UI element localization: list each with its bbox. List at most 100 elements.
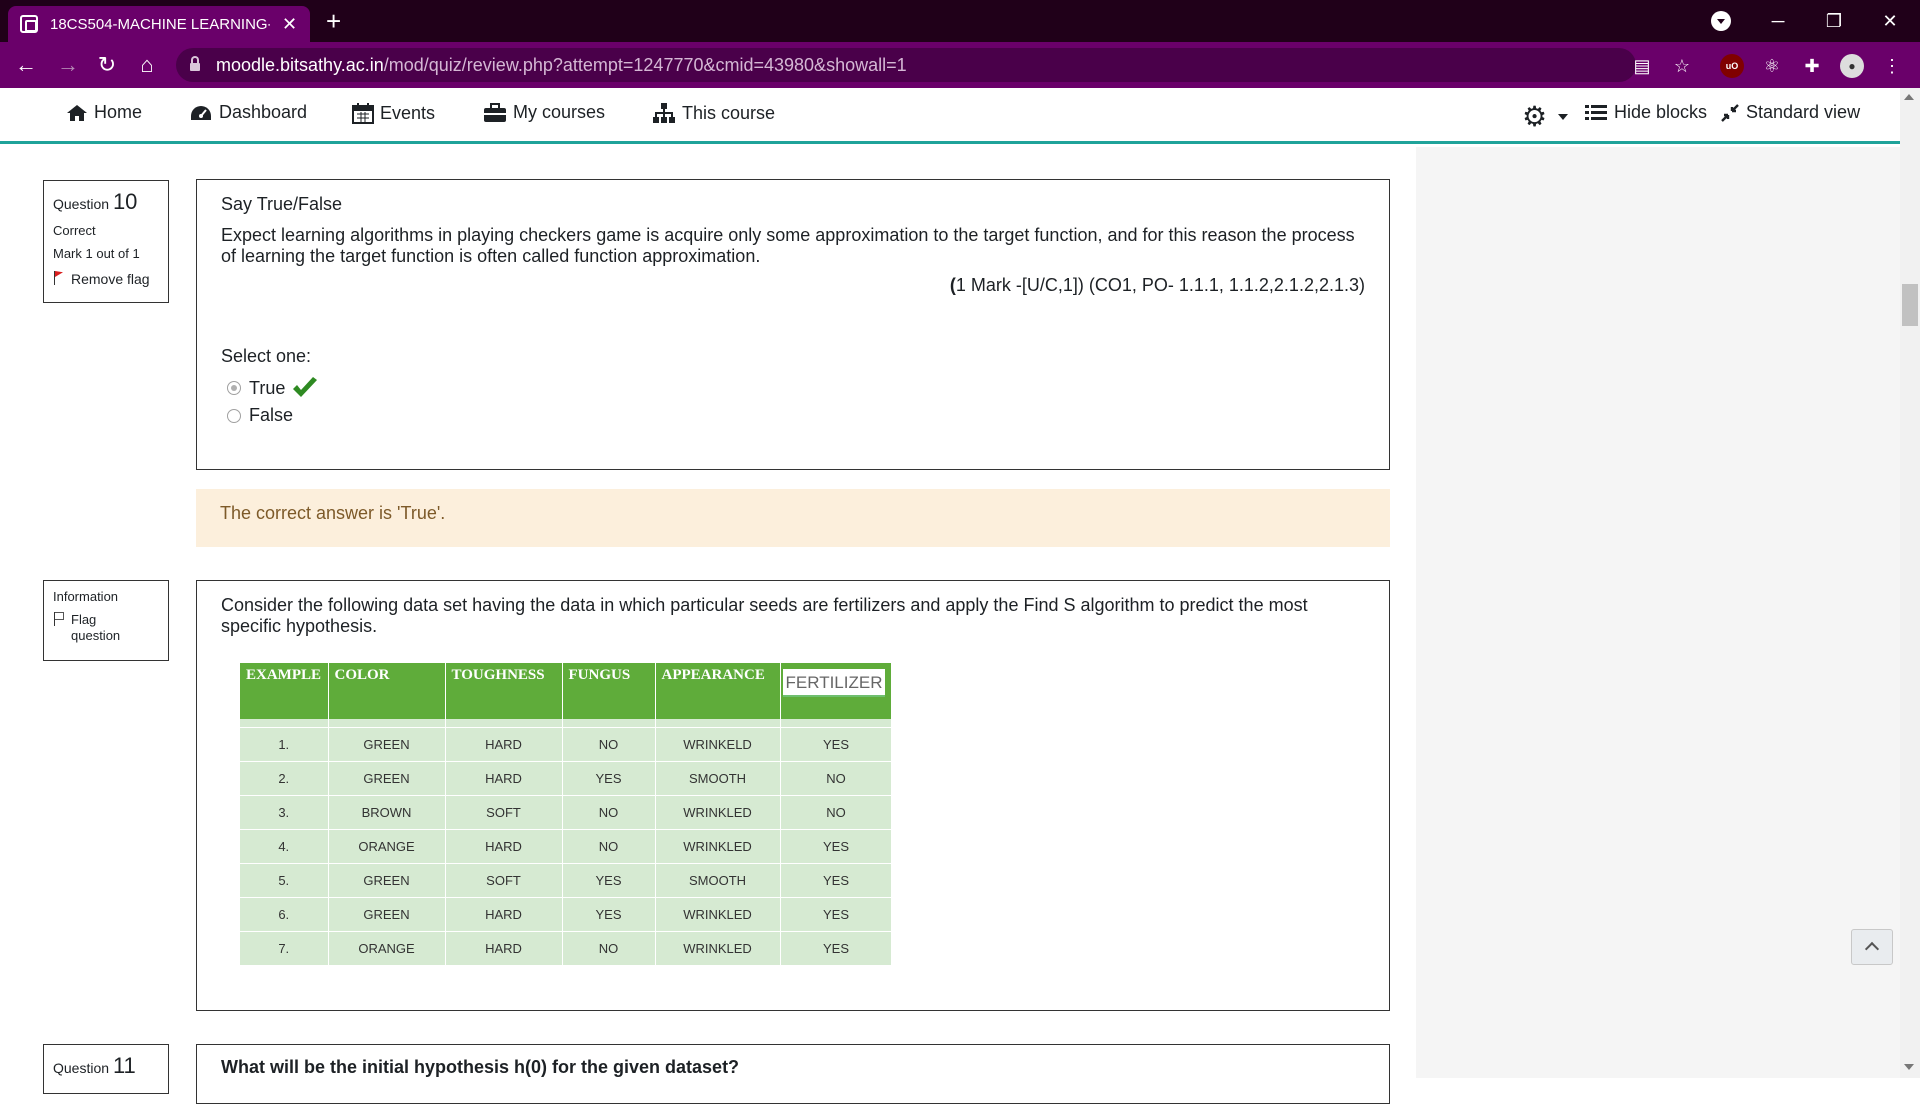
ublock-origin-icon[interactable]: uO — [1720, 54, 1744, 78]
table-cell: YES — [780, 930, 893, 965]
table-cell: GREEN — [328, 760, 446, 795]
briefcase-icon — [484, 102, 506, 122]
table-body: 1. GREEN HARD NO WRINKELD YES 2. GREEN HARD YES SM… — [240, 719, 893, 965]
minimize-window-icon[interactable]: ─ — [1750, 0, 1806, 42]
reader-mode-icon[interactable]: ▤ — [1630, 54, 1654, 78]
nav-my-courses-label: My courses — [513, 102, 606, 122]
question-text: Expect learning algorithms in playing ch… — [221, 225, 1355, 266]
table-cell: HARD — [445, 828, 563, 863]
nav-my-courses[interactable]: My courses — [483, 102, 605, 123]
select-one-label: Select one: — [221, 346, 312, 366]
forward-arrow-icon[interactable]: → — [52, 50, 84, 80]
question-mark: Mark 1 out of 1 — [53, 246, 140, 261]
option-true-label: True — [249, 377, 286, 398]
radio-false[interactable] — [227, 408, 241, 423]
table-cell: 1. — [240, 726, 329, 761]
flag-question-link[interactable]: Flag question — [53, 612, 160, 644]
table-cell: 3. — [240, 794, 329, 829]
browser-menu-icon[interactable]: ⋮ — [1880, 54, 1904, 78]
back-to-top-button[interactable] — [1851, 929, 1893, 965]
hide-blocks-label: Hide blocks — [1614, 102, 1708, 122]
table-row: 3. BROWN SOFT NO WRINKLED NO — [240, 794, 893, 829]
table-header: COLOR — [328, 663, 446, 719]
radio-true[interactable] — [227, 381, 241, 395]
profile-avatar[interactable]: ● — [1840, 54, 1864, 78]
table-row: 4. ORANGE HARD NO WRINKLED YES — [240, 828, 893, 863]
table-cell: HARD — [445, 930, 563, 965]
question-11-content: What will be the initial hypothesis h(0)… — [196, 1044, 1390, 1104]
table-header: FERTILIZER — [780, 663, 893, 719]
table-cell: YES — [780, 726, 893, 761]
nav-this-course[interactable]: This course — [652, 102, 775, 124]
table-row: 2. GREEN HARD YES SMOOTH NO — [240, 760, 893, 795]
standard-view-link[interactable]: Standard view — [1720, 102, 1860, 123]
compress-arrows-icon — [1721, 103, 1739, 122]
table-cell: WRINKLED — [655, 896, 781, 931]
question-number-value: 10 — [112, 189, 138, 214]
back-arrow-icon[interactable]: ← — [10, 50, 42, 80]
close-window-icon[interactable]: ✕ — [1862, 0, 1918, 42]
table-cell: SOFT — [445, 862, 563, 897]
page-scrollbar[interactable] — [1900, 88, 1920, 1078]
table-cell: WRINKLED — [655, 828, 781, 863]
hide-blocks-link[interactable]: Hide blocks — [1584, 102, 1707, 123]
nav-events-label: Events — [380, 102, 436, 123]
react-devtools-icon[interactable]: ⚛ — [1760, 54, 1784, 78]
table-cell: 5. — [240, 862, 329, 897]
tab-close-icon[interactable]: ✕ — [282, 14, 297, 35]
scrollbar-thumb[interactable] — [1902, 284, 1918, 326]
calendar-icon — [352, 103, 374, 124]
settings-gear-icon[interactable]: ⚙ — [1522, 100, 1547, 133]
dashboard-gauge-icon — [191, 105, 211, 120]
question-number-value: 11 — [112, 1053, 136, 1078]
nav-home-label: Home — [94, 102, 143, 122]
table-row: 1. GREEN HARD NO WRINKELD YES — [240, 726, 893, 761]
address-bar[interactable]: moodle.bitsathy.ac.in/mod/quiz/review.ph… — [176, 48, 1636, 82]
table-cell: GREEN — [328, 726, 446, 761]
option-true[interactable]: True — [221, 377, 1365, 399]
information-info: Information Flag question — [43, 580, 169, 661]
table-cell: SMOOTH — [655, 862, 781, 897]
table-cell: GREEN — [328, 862, 446, 897]
scroll-down-arrow-icon[interactable] — [1904, 1064, 1914, 1070]
extensions-puzzle-icon[interactable]: ✚ — [1800, 54, 1824, 78]
table-cell: ORANGE — [328, 930, 446, 965]
table-header: APPEARANCE — [655, 663, 781, 719]
table-cell: WRINKLED — [655, 794, 781, 829]
browser-tab-strip: 18CS504-MACHINE LEARNING-2 ✕ + ─ ❐ ✕ — [0, 0, 1920, 42]
flag-question-label: Flag question — [71, 612, 121, 643]
table-cell: GREEN — [328, 896, 446, 931]
home-icon — [67, 104, 87, 121]
table-cell: NO — [780, 760, 893, 795]
home-icon[interactable]: ⌂ — [131, 50, 163, 80]
table-cell: YES — [780, 862, 893, 897]
table-cell: SMOOTH — [655, 760, 781, 795]
question-reference: (1 Mark -[U/C,1]) (CO1, PO- 1.1.1, 1.1.2… — [221, 275, 1365, 296]
tab-search-icon[interactable] — [1711, 11, 1731, 31]
table-cell: YES — [780, 896, 893, 931]
bookmark-star-icon[interactable]: ☆ — [1670, 54, 1694, 78]
table-cell: NO — [562, 794, 656, 829]
table-cell: 6. — [240, 896, 329, 931]
new-tab-button[interactable]: + — [326, 6, 341, 36]
table-cell: HARD — [445, 726, 563, 761]
table-cell: ORANGE — [328, 828, 446, 863]
option-false[interactable]: False — [221, 405, 1365, 426]
flag-outline-icon — [53, 612, 65, 626]
block-region — [1416, 147, 1900, 1078]
chevron-down-icon[interactable] — [1558, 114, 1568, 120]
nav-events[interactable]: Events — [352, 102, 435, 124]
table-cell: 2. — [240, 760, 329, 795]
restore-window-icon[interactable]: ❐ — [1806, 0, 1862, 42]
question-11-info: Question 11 — [43, 1044, 169, 1094]
remove-flag-link[interactable]: Remove flag — [53, 271, 160, 287]
table-cell: NO — [562, 726, 656, 761]
reload-icon[interactable]: ↻ — [91, 50, 123, 80]
scroll-up-arrow-icon[interactable] — [1904, 94, 1914, 100]
question-number: Question 10 — [53, 189, 160, 215]
browser-tab-active[interactable]: 18CS504-MACHINE LEARNING-2 ✕ — [8, 6, 310, 42]
nav-dashboard[interactable]: Dashboard — [189, 102, 307, 123]
nav-this-course-label: This course — [682, 102, 776, 123]
nav-home[interactable]: Home — [66, 102, 142, 123]
tab-title: 18CS504-MACHINE LEARNING-2 — [50, 15, 270, 33]
